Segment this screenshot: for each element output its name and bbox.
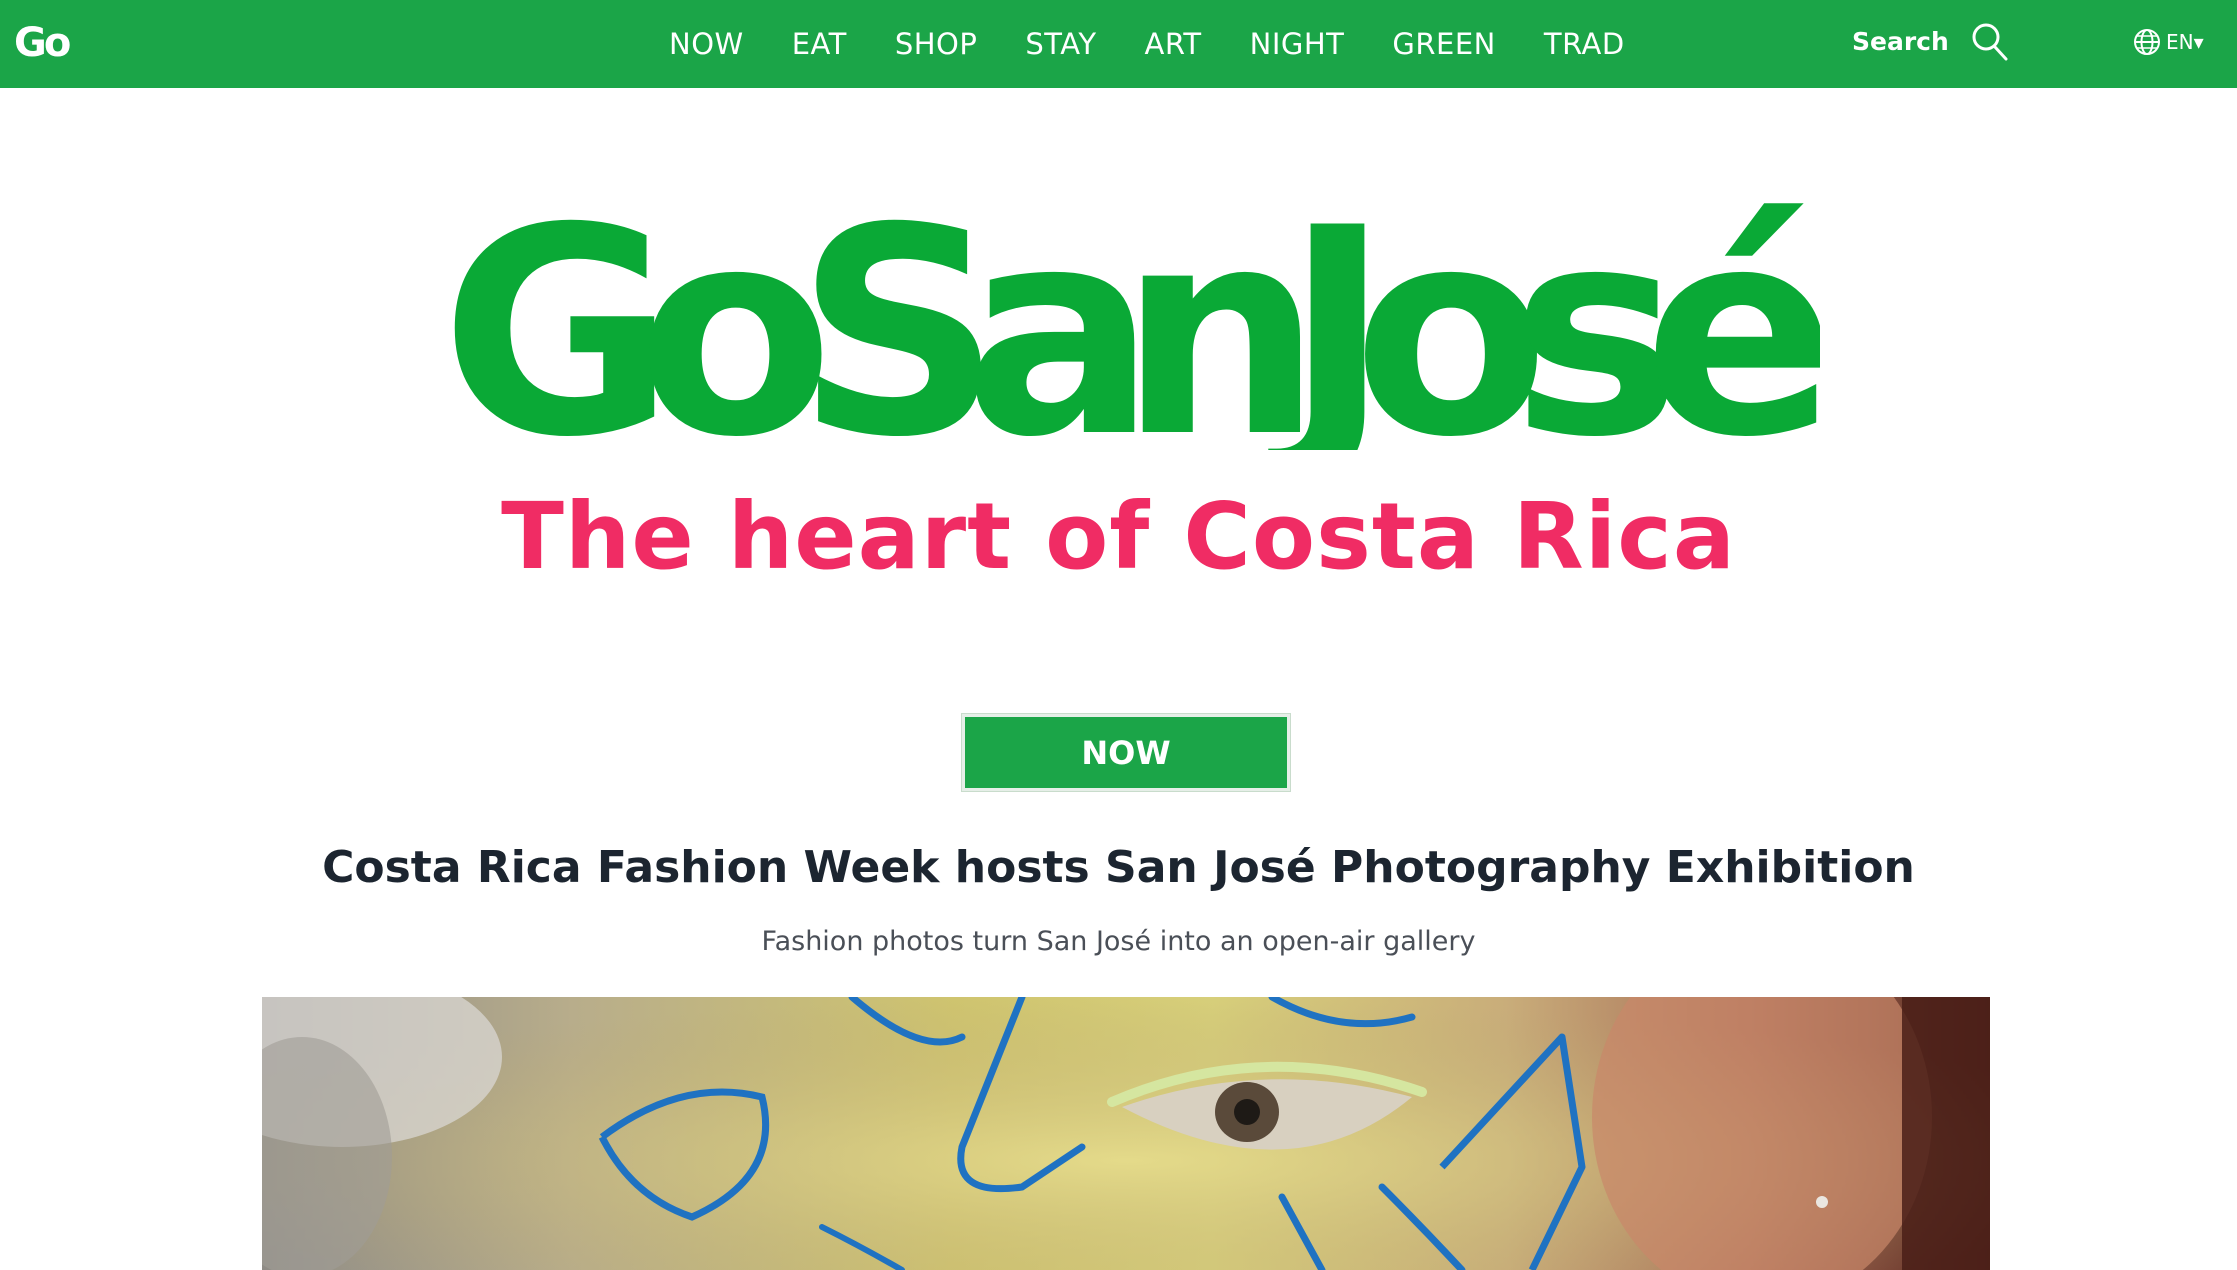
section-badge-now[interactable]: NOW <box>961 713 1291 792</box>
article-title[interactable]: Costa Rica Fashion Week hosts San José P… <box>0 836 2237 900</box>
globe-icon <box>2134 29 2160 55</box>
nav-item-eat[interactable]: EAT <box>792 27 847 61</box>
nav-item-stay[interactable]: STAY <box>1025 27 1096 61</box>
search-label[interactable]: Search <box>1852 22 1949 62</box>
article-subtitle: Fashion photos turn San José into an ope… <box>761 926 1476 957</box>
logo-text: GoSanJosé <box>441 168 1820 450</box>
nav-item-shop[interactable]: SHOP <box>895 27 978 61</box>
nav-item-now[interactable]: NOW <box>669 27 744 61</box>
nav-item-art[interactable]: ART <box>1145 27 1202 61</box>
tagline: The heart of Costa Rica <box>501 483 1736 590</box>
language-selector[interactable]: EN▾ <box>2132 22 2204 62</box>
language-label: EN▾ <box>2166 30 2204 54</box>
search-icon[interactable] <box>1970 20 2010 64</box>
nav-item-trad[interactable]: TRAD <box>1544 27 1625 61</box>
article-feature-image[interactable] <box>262 997 1990 1270</box>
face-paint-photo <box>262 997 1990 1270</box>
brand-logo[interactable]: Go <box>14 18 71 68</box>
logo-wordmark: GoSanJosé <box>441 168 1820 450</box>
top-bar: Go NOW EAT SHOP STAY ART NIGHT GREEN TRA… <box>0 0 2237 88</box>
main-nav: NOW EAT SHOP STAY ART NIGHT GREEN TRAD <box>669 0 1673 88</box>
gosanjose-logo[interactable]: GoSanJosé <box>420 150 1820 450</box>
nav-item-green[interactable]: GREEN <box>1392 27 1495 61</box>
nav-item-night[interactable]: NIGHT <box>1250 27 1345 61</box>
